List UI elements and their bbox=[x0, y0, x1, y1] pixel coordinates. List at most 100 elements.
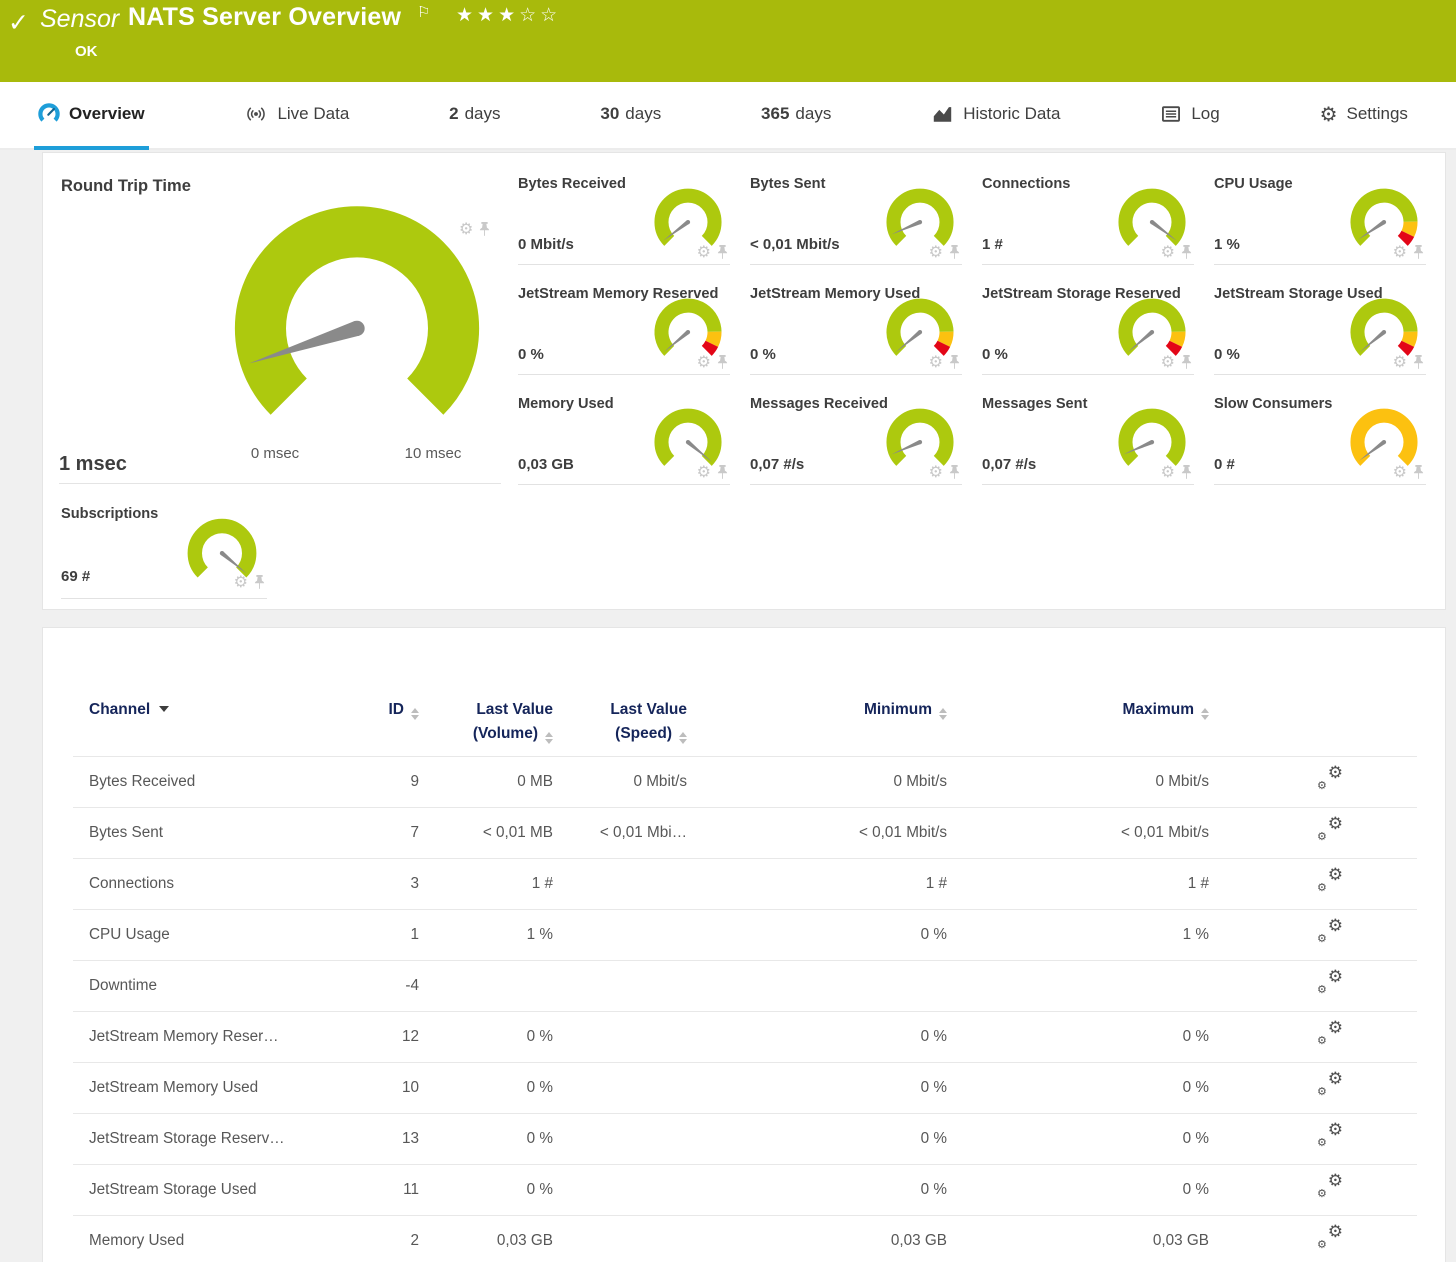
status-check-icon: ✓ bbox=[8, 8, 29, 37]
sort-caret-icon bbox=[159, 706, 169, 712]
channel-settings-icon[interactable]: ⚙⚙ bbox=[1317, 921, 1343, 943]
gear-icon[interactable]: ⚙ bbox=[929, 354, 943, 370]
channel-id: 13 bbox=[379, 1113, 419, 1164]
table-row: JetStream Memory Used100 %0 %0 %⚙⚙ bbox=[73, 1062, 1417, 1113]
tab-settings[interactable]: ⚙Settings bbox=[1316, 82, 1412, 150]
channel-name: Memory Used bbox=[73, 1215, 379, 1262]
gauge-value: < 0,01 Mbit/s bbox=[750, 236, 840, 253]
tab-2-days[interactable]: 2days bbox=[445, 82, 504, 150]
gauge-actions: ⚙ bbox=[929, 354, 960, 370]
gauge-max-label: 10 msec bbox=[388, 445, 478, 462]
pin-icon[interactable] bbox=[254, 575, 265, 589]
tab-bar: Overview Live Data 2days 30days 365days Histo… bbox=[0, 82, 1456, 150]
gear-icon[interactable]: ⚙ bbox=[929, 464, 943, 480]
flag-icon[interactable]: ⚐ bbox=[417, 3, 430, 21]
gear-icon: ⚙ bbox=[1320, 104, 1338, 124]
gear-icon[interactable]: ⚙ bbox=[929, 244, 943, 260]
pin-icon[interactable] bbox=[1413, 245, 1424, 259]
column-header-minimum[interactable]: Minimum bbox=[687, 628, 947, 756]
channel-settings-icon[interactable]: ⚙⚙ bbox=[1317, 870, 1343, 892]
channel-settings-icon[interactable]: ⚙⚙ bbox=[1317, 768, 1343, 790]
gauge-value: 0 % bbox=[1214, 346, 1240, 363]
pin-icon[interactable] bbox=[717, 465, 728, 479]
gauge-value: 0 # bbox=[1214, 456, 1235, 473]
pin-icon[interactable] bbox=[1181, 355, 1192, 369]
pin-icon[interactable] bbox=[1413, 355, 1424, 369]
pin-icon[interactable] bbox=[479, 222, 490, 236]
maximum-value: 0,03 GB bbox=[947, 1215, 1209, 1262]
tab-label: days bbox=[625, 104, 661, 124]
last-value-volume: 1 % bbox=[419, 909, 553, 960]
sort-icon bbox=[1201, 708, 1209, 720]
pin-icon[interactable] bbox=[1181, 245, 1192, 259]
gear-icon[interactable]: ⚙ bbox=[1393, 354, 1407, 370]
channel-settings-icon[interactable]: ⚙⚙ bbox=[1317, 819, 1343, 841]
channels-panel: ChannelIDLast Value(Volume)Last Value(Sp… bbox=[42, 627, 1446, 1262]
gear-icon[interactable]: ⚙ bbox=[697, 244, 711, 260]
tab-live-data[interactable]: Live Data bbox=[240, 82, 353, 150]
priority-stars[interactable]: ★★★☆☆ bbox=[456, 4, 561, 26]
gear-icon[interactable]: ⚙ bbox=[697, 354, 711, 370]
gauge-value: 0,07 #/s bbox=[750, 456, 804, 473]
tab-historic-data[interactable]: Historic Data bbox=[927, 82, 1064, 150]
channel-id: 1 bbox=[379, 909, 419, 960]
pin-icon[interactable] bbox=[949, 245, 960, 259]
table-row: CPU Usage11 %0 %1 %⚙⚙ bbox=[73, 909, 1417, 960]
status-badge: OK bbox=[75, 43, 98, 60]
pin-icon[interactable] bbox=[1181, 465, 1192, 479]
channel-settings-icon[interactable]: ⚙⚙ bbox=[1317, 972, 1343, 994]
column-header-maximum[interactable]: Maximum bbox=[947, 628, 1209, 756]
sort-icon bbox=[545, 732, 553, 744]
gear-icon[interactable]: ⚙ bbox=[459, 221, 473, 237]
last-value-speed: < 0,01 Mbi… bbox=[553, 807, 687, 858]
gauge-value: 0,07 #/s bbox=[982, 456, 1036, 473]
column-header-channel[interactable]: Channel bbox=[73, 628, 379, 756]
last-value-speed bbox=[553, 1062, 687, 1113]
channel-settings-icon[interactable]: ⚙⚙ bbox=[1317, 1227, 1343, 1249]
last-value-volume: 1 # bbox=[419, 858, 553, 909]
pin-icon[interactable] bbox=[1413, 465, 1424, 479]
gear-icon[interactable]: ⚙ bbox=[1161, 464, 1175, 480]
pin-icon[interactable] bbox=[949, 355, 960, 369]
pin-icon[interactable] bbox=[717, 355, 728, 369]
tab-365-days[interactable]: 365days bbox=[757, 82, 835, 150]
gauge-icon bbox=[38, 103, 60, 125]
gear-icon[interactable]: ⚙ bbox=[1393, 464, 1407, 480]
column-header-last-value-speed[interactable]: Last Value(Speed) bbox=[553, 628, 687, 756]
last-value-speed bbox=[553, 1215, 687, 1262]
channel-name: JetStream Storage Reserv… bbox=[73, 1113, 379, 1164]
gauge-value: 1 # bbox=[982, 236, 1003, 253]
gauge-card: Bytes Sent< 0,01 Mbit/s⚙ bbox=[750, 176, 962, 265]
gear-icon[interactable]: ⚙ bbox=[1393, 244, 1407, 260]
channel-name: Bytes Received bbox=[73, 756, 379, 807]
gear-icon[interactable]: ⚙ bbox=[1161, 244, 1175, 260]
gauge-actions: ⚙ bbox=[234, 574, 265, 590]
maximum-value: < 0,01 Mbit/s bbox=[947, 807, 1209, 858]
tab-overview[interactable]: Overview bbox=[34, 82, 149, 150]
last-value-volume: < 0,01 MB bbox=[419, 807, 553, 858]
channel-id: -4 bbox=[379, 960, 419, 1011]
channel-settings-icon[interactable]: ⚙⚙ bbox=[1317, 1176, 1343, 1198]
gauge-title: Round Trip Time bbox=[61, 177, 191, 196]
gear-icon[interactable]: ⚙ bbox=[697, 464, 711, 480]
channel-settings-cell: ⚙⚙ bbox=[1209, 807, 1417, 858]
gear-icon[interactable]: ⚙ bbox=[234, 574, 248, 590]
table-row: Connections31 #1 #1 #⚙⚙ bbox=[73, 858, 1417, 909]
gear-icon[interactable]: ⚙ bbox=[1161, 354, 1175, 370]
gauge-card: Messages Sent0,07 #/s⚙ bbox=[982, 396, 1194, 485]
table-row: Memory Used20,03 GB0,03 GB0,03 GB⚙⚙ bbox=[73, 1215, 1417, 1262]
tab-30-days[interactable]: 30days bbox=[596, 82, 665, 150]
column-header-id[interactable]: ID bbox=[379, 628, 419, 756]
pin-icon[interactable] bbox=[717, 245, 728, 259]
channel-settings-icon[interactable]: ⚙⚙ bbox=[1317, 1125, 1343, 1147]
pin-icon[interactable] bbox=[949, 465, 960, 479]
tab-label: days bbox=[465, 104, 501, 124]
column-header-last-value-volume[interactable]: Last Value(Volume) bbox=[419, 628, 553, 756]
channel-settings-icon[interactable]: ⚙⚙ bbox=[1317, 1023, 1343, 1045]
tab-log[interactable]: Log bbox=[1156, 82, 1223, 150]
channel-settings-icon[interactable]: ⚙⚙ bbox=[1317, 1074, 1343, 1096]
gauge-card: Bytes Received0 Mbit/s⚙ bbox=[518, 176, 730, 265]
table-row: JetStream Storage Used110 %0 %0 %⚙⚙ bbox=[73, 1164, 1417, 1215]
divider bbox=[59, 483, 501, 484]
sort-icon bbox=[679, 732, 687, 744]
